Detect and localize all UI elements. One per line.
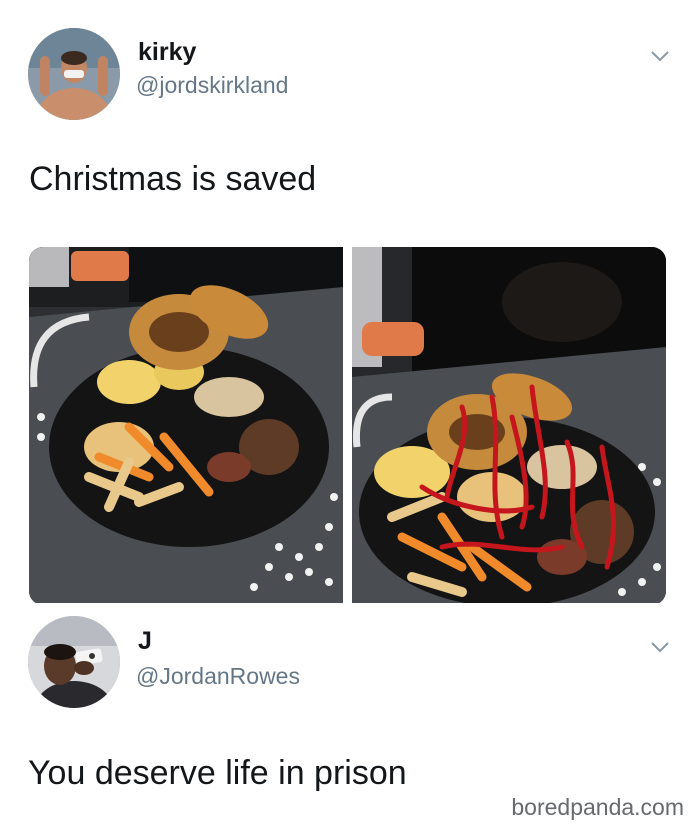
food-photo-left[interactable]	[29, 247, 343, 603]
tweet-media[interactable]	[29, 247, 666, 605]
avatar[interactable]	[28, 616, 120, 708]
tweet-original: kirky @jordskirkland Christmas is saved	[0, 0, 700, 240]
display-name[interactable]: kirky	[138, 38, 196, 67]
watermark: boredpanda.com	[511, 794, 684, 820]
user-photo-icon	[28, 616, 120, 708]
avatar[interactable]	[28, 28, 120, 120]
display-name[interactable]: J	[138, 627, 152, 656]
chevron-down-icon[interactable]	[646, 637, 674, 657]
tweet-text: You deserve life in prison	[28, 754, 407, 792]
user-handle[interactable]: @JordanRowes	[136, 663, 300, 690]
food-photo-right[interactable]	[352, 247, 666, 603]
chevron-down-icon[interactable]	[646, 46, 674, 66]
user-handle[interactable]: @jordskirkland	[136, 72, 288, 99]
user-photo-icon	[28, 28, 120, 120]
tweet-text: Christmas is saved	[29, 160, 317, 198]
